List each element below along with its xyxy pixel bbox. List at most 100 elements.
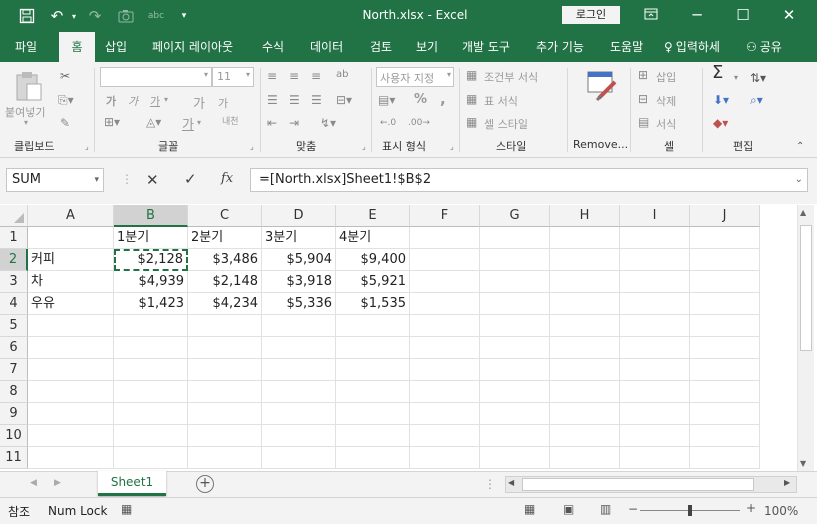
- cell-c8[interactable]: [188, 381, 262, 403]
- cell-f2[interactable]: [410, 249, 480, 271]
- cell-d8[interactable]: [262, 381, 336, 403]
- cell-e4[interactable]: $1,535: [336, 293, 410, 315]
- horizontal-scroll-thumb[interactable]: [522, 478, 754, 491]
- cell-j1[interactable]: [690, 227, 760, 249]
- insert-function-icon[interactable]: fx: [221, 171, 233, 186]
- cell-g1[interactable]: [480, 227, 550, 249]
- sheet-tab-sheet1[interactable]: Sheet1: [98, 471, 166, 496]
- tab-formulas[interactable]: 수식: [262, 32, 284, 62]
- increase-indent-icon[interactable]: ⇥: [289, 116, 299, 130]
- clipboard-launcher-icon[interactable]: ⌟: [85, 142, 89, 151]
- format-as-table-icon[interactable]: ▦: [466, 92, 477, 106]
- format-as-table-button[interactable]: 표 서식: [484, 93, 518, 109]
- row-header-1[interactable]: 1: [0, 227, 28, 249]
- column-header-c[interactable]: C: [188, 205, 262, 227]
- save-icon[interactable]: [14, 0, 40, 32]
- zoom-slider-thumb[interactable]: [688, 505, 692, 516]
- row-header-8[interactable]: 8: [0, 381, 28, 403]
- currency-icon[interactable]: ▤▾: [378, 93, 395, 107]
- row-header-11[interactable]: 11: [0, 447, 28, 469]
- cell-g10[interactable]: [480, 425, 550, 447]
- cell-e11[interactable]: [336, 447, 410, 469]
- cell-a4[interactable]: 우유: [28, 293, 114, 315]
- minimize-icon[interactable]: ─: [674, 0, 720, 30]
- name-box[interactable]: SUM ▾: [6, 168, 104, 192]
- cell-b6[interactable]: [114, 337, 188, 359]
- cell-d6[interactable]: [262, 337, 336, 359]
- cell-a1[interactable]: [28, 227, 114, 249]
- cell-j11[interactable]: [690, 447, 760, 469]
- find-select-icon[interactable]: ⌕▾: [750, 93, 763, 107]
- cell-f9[interactable]: [410, 403, 480, 425]
- paste-icon[interactable]: [14, 70, 44, 101]
- cell-b4[interactable]: $1,423: [114, 293, 188, 315]
- cell-d4[interactable]: $5,336: [262, 293, 336, 315]
- cell-h6[interactable]: [550, 337, 620, 359]
- cell-c7[interactable]: [188, 359, 262, 381]
- collapse-ribbon-icon[interactable]: ⌃: [796, 140, 804, 154]
- row-header-3[interactable]: 3: [0, 271, 28, 293]
- copy-icon[interactable]: ⎘▾: [58, 93, 74, 107]
- cell-f3[interactable]: [410, 271, 480, 293]
- expand-formula-bar-icon[interactable]: ⌄: [795, 169, 803, 191]
- cell-a9[interactable]: [28, 403, 114, 425]
- cell-e8[interactable]: [336, 381, 410, 403]
- cell-c10[interactable]: [188, 425, 262, 447]
- cell-i1[interactable]: [620, 227, 690, 249]
- cell-g6[interactable]: [480, 337, 550, 359]
- cell-g9[interactable]: [480, 403, 550, 425]
- cell-a10[interactable]: [28, 425, 114, 447]
- percent-icon[interactable]: %: [414, 92, 427, 107]
- cell-e9[interactable]: [336, 403, 410, 425]
- cell-c2[interactable]: $3,486: [188, 249, 262, 271]
- delete-cells-button[interactable]: 삭제: [656, 93, 676, 109]
- cell-e10[interactable]: [336, 425, 410, 447]
- tab-file[interactable]: 파일: [15, 32, 37, 62]
- zoom-level[interactable]: 100%: [764, 504, 798, 518]
- spelling-icon[interactable]: abc: [146, 0, 166, 32]
- fill-icon[interactable]: ⬇▾: [713, 93, 729, 107]
- cell-i2[interactable]: [620, 249, 690, 271]
- cell-j7[interactable]: [690, 359, 760, 381]
- cell-a11[interactable]: [28, 447, 114, 469]
- cell-b8[interactable]: [114, 381, 188, 403]
- clear-icon[interactable]: ◆▾: [713, 116, 728, 130]
- cell-j2[interactable]: [690, 249, 760, 271]
- tab-view[interactable]: 보기: [416, 32, 438, 62]
- borders-icon[interactable]: ⊞▾: [104, 115, 120, 129]
- row-header-5[interactable]: 5: [0, 315, 28, 337]
- italic-icon[interactable]: 가: [128, 93, 138, 109]
- insert-cells-button[interactable]: 삽입: [656, 69, 676, 85]
- row-header-4[interactable]: 4: [0, 293, 28, 315]
- cell-j10[interactable]: [690, 425, 760, 447]
- align-center-icon[interactable]: ☰: [289, 93, 300, 107]
- cell-a7[interactable]: [28, 359, 114, 381]
- cell-e1[interactable]: 4분기: [336, 227, 410, 249]
- row-header-2[interactable]: 2: [0, 249, 28, 271]
- fill-color-icon[interactable]: ◬▾: [146, 115, 161, 129]
- vertical-scroll-thumb[interactable]: [800, 225, 812, 351]
- maximize-icon[interactable]: ☐: [720, 0, 766, 30]
- cell-styles-icon[interactable]: ▦: [466, 115, 477, 129]
- name-box-dropdown-icon[interactable]: ▾: [94, 169, 99, 191]
- prev-sheet-icon[interactable]: ◀: [30, 478, 37, 488]
- cell-f5[interactable]: [410, 315, 480, 337]
- cell-f4[interactable]: [410, 293, 480, 315]
- cell-g5[interactable]: [480, 315, 550, 337]
- cell-b11[interactable]: [114, 447, 188, 469]
- cell-e3[interactable]: $5,921: [336, 271, 410, 293]
- select-all-corner[interactable]: [0, 205, 28, 227]
- macro-record-icon[interactable]: ▦: [121, 502, 132, 516]
- font-size-combo[interactable]: 11 ▾: [212, 67, 254, 87]
- share-button[interactable]: ⚇ 공유: [746, 32, 782, 62]
- cell-d2[interactable]: $5,904: [262, 249, 336, 271]
- cell-i5[interactable]: [620, 315, 690, 337]
- cell-h8[interactable]: [550, 381, 620, 403]
- cell-d10[interactable]: [262, 425, 336, 447]
- cell-b5[interactable]: [114, 315, 188, 337]
- cut-icon[interactable]: ✂: [60, 69, 70, 83]
- cell-j8[interactable]: [690, 381, 760, 403]
- cell-b7[interactable]: [114, 359, 188, 381]
- scroll-left-icon[interactable]: ◀: [508, 478, 514, 487]
- scroll-down-icon[interactable]: ▼: [800, 459, 806, 468]
